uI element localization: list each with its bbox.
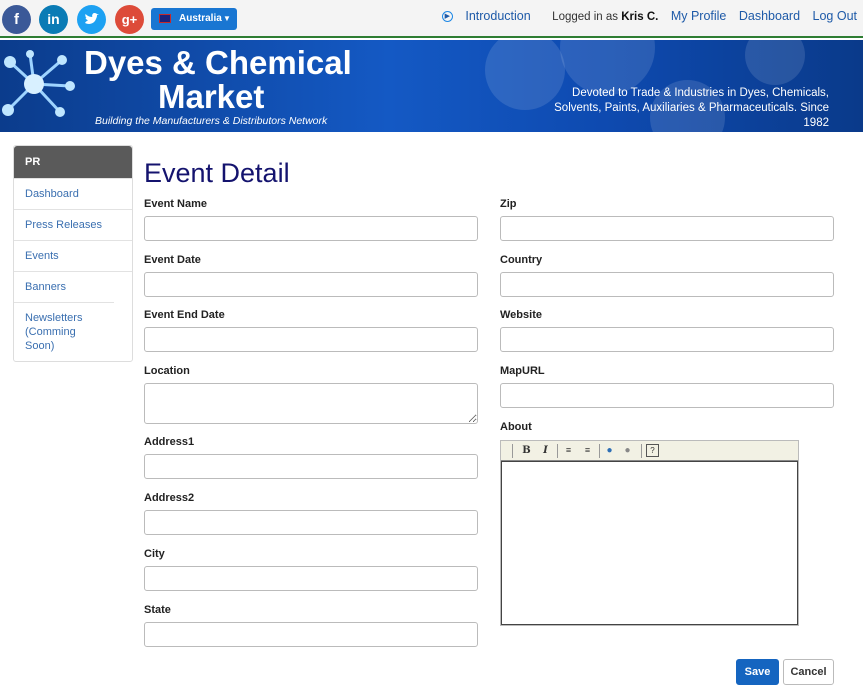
sidebar-item-banners[interactable]: Banners: [14, 271, 132, 302]
introduction-label: Introduction: [465, 9, 531, 23]
mapurl-label: MapURL: [500, 365, 545, 377]
brand-title-line2: Market: [158, 78, 265, 115]
state-label: State: [144, 604, 171, 616]
brand-tagline: Building the Manufacturers & Distributor…: [95, 115, 328, 127]
linkedin-icon[interactable]: in: [39, 5, 68, 34]
country-label: Australia: [179, 13, 222, 24]
country-field-label: Country: [500, 254, 543, 266]
decor-bubble: [745, 40, 805, 85]
sidebar-item-newsletters[interactable]: Newsletters (Comming Soon): [14, 302, 114, 361]
website-label: Website: [500, 309, 542, 321]
introduction-link[interactable]: ▶ Introduction: [433, 9, 531, 23]
italic-icon[interactable]: I: [539, 444, 552, 457]
top-bar: f in g+ Australia ▼ ▶ Introduction Logge…: [0, 0, 863, 38]
toolbar-separator: [557, 444, 558, 458]
sidebar-item-events[interactable]: Events: [14, 240, 132, 271]
address1-field[interactable]: [144, 454, 478, 479]
zip-label: Zip: [500, 198, 517, 210]
ordered-list-icon[interactable]: ≡: [562, 444, 575, 457]
event-end-date-field[interactable]: [144, 327, 478, 352]
brand-title-line1: Dyes & Chemical: [84, 44, 352, 81]
event-date-label: Event Date: [144, 254, 201, 266]
twitter-icon[interactable]: [77, 5, 106, 34]
website-field[interactable]: [500, 327, 834, 352]
location-textarea[interactable]: [144, 383, 478, 424]
toolbar-separator: [599, 444, 600, 458]
state-field[interactable]: [144, 622, 478, 647]
dashboard-link[interactable]: Dashboard: [739, 9, 800, 23]
sidebar: PR Dashboard Press Releases Events Banne…: [13, 145, 133, 362]
unlink-icon[interactable]: ●: [621, 444, 634, 457]
top-links: ▶ Introduction Logged in as Kris C. My P…: [424, 9, 857, 23]
address2-label: Address2: [144, 492, 195, 504]
save-button[interactable]: Save: [736, 659, 779, 685]
banner-description: Devoted to Trade & Industries in Dyes, C…: [529, 86, 829, 131]
event-end-date-label: Event End Date: [144, 309, 225, 321]
about-editor-area[interactable]: [501, 461, 798, 625]
play-icon: ▶: [441, 11, 453, 23]
logged-in-prefix: Logged in as: [552, 11, 619, 23]
bold-icon[interactable]: B: [520, 444, 533, 457]
help-icon[interactable]: ?: [646, 444, 659, 457]
address2-field[interactable]: [144, 510, 478, 535]
molecule-logo-icon: [2, 50, 75, 117]
page-title: Event Detail: [144, 158, 290, 188]
site-banner: Dyes & Chemical Market Building the Manu…: [0, 40, 863, 132]
zip-field[interactable]: [500, 216, 834, 241]
about-rich-text-editor: B I ≡ ≡ ● ● ?: [500, 440, 799, 626]
city-label: City: [144, 548, 165, 560]
sidebar-item-press-releases[interactable]: Press Releases: [14, 209, 132, 240]
toolbar-grip: [512, 444, 513, 458]
insert-link-icon[interactable]: ●: [603, 444, 616, 457]
country-field[interactable]: [500, 272, 834, 297]
caret-down-icon: ▼: [223, 14, 231, 23]
event-date-field[interactable]: [144, 272, 478, 297]
city-field[interactable]: [144, 566, 478, 591]
event-name-field[interactable]: [144, 216, 478, 241]
sidebar-item-dashboard[interactable]: Dashboard: [14, 178, 132, 209]
editor-toolbar: B I ≡ ≡ ● ● ?: [501, 441, 798, 461]
cancel-button[interactable]: Cancel: [783, 659, 834, 685]
banner-description-line2: Solvents, Paints, Auxiliaries & Pharmace…: [554, 102, 829, 129]
banner-description-line1: Devoted to Trade & Industries in Dyes, C…: [572, 87, 829, 99]
address1-label: Address1: [144, 436, 195, 448]
logout-link[interactable]: Log Out: [813, 9, 857, 23]
about-label: About: [500, 421, 532, 433]
user-name: Kris C.: [621, 11, 659, 23]
facebook-icon[interactable]: f: [2, 5, 31, 34]
toolbar-separator: [641, 444, 642, 458]
mapurl-field[interactable]: [500, 383, 834, 408]
country-selector[interactable]: Australia ▼: [151, 8, 237, 30]
unordered-list-icon[interactable]: ≡: [581, 444, 594, 457]
event-name-label: Event Name: [144, 198, 207, 210]
australia-flag-icon: [159, 14, 171, 23]
googleplus-icon[interactable]: g+: [115, 5, 144, 34]
location-label: Location: [144, 365, 190, 377]
logged-in-text: Logged in as Kris C.: [543, 11, 658, 23]
my-profile-link[interactable]: My Profile: [671, 9, 727, 23]
sidebar-heading: PR: [14, 146, 132, 178]
twitter-bird-icon: [85, 12, 99, 24]
